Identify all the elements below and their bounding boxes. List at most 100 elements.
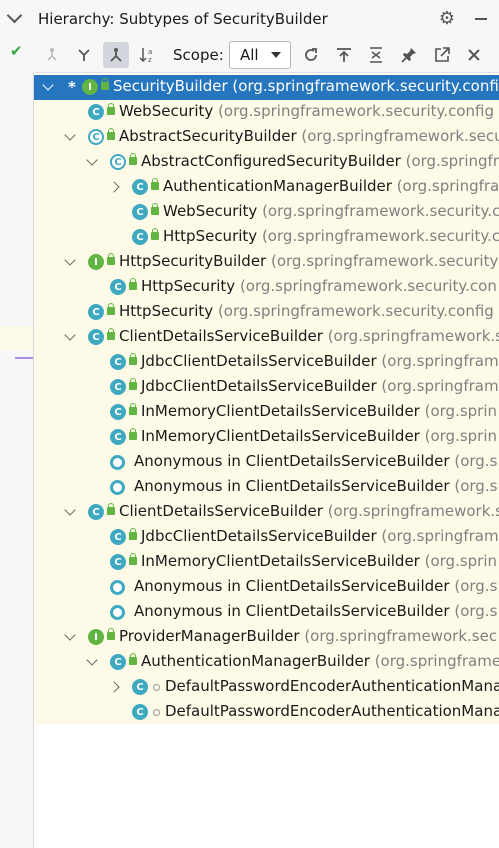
gear-icon[interactable]: ⚙ — [437, 8, 457, 29]
tree-row[interactable]: C JdbcClientDetailsServiceBuilder (org.sp… — [34, 350, 499, 375]
tree-row[interactable]: C HttpSecurity (org.springframework.secur… — [34, 300, 499, 325]
type-label: WebSecurity (org.springframework.securit… — [119, 102, 494, 120]
type-label: JdbcClientDetailsServiceBuilder (org.spr… — [141, 377, 499, 395]
supertypes-hierarchy-icon[interactable] — [39, 42, 65, 68]
type-label: DefaultPasswordEncoderAuthenticationMana — [165, 677, 499, 695]
export-icon[interactable] — [331, 42, 357, 68]
chevron-down-icon[interactable] — [64, 254, 76, 266]
package-name: (org.springfram — [376, 377, 499, 395]
chevron-down-icon[interactable] — [64, 329, 76, 341]
package-name: (org.springframework.security.config — [227, 77, 499, 95]
tree-row[interactable]: I ProviderManagerBuilder (org.springframe… — [34, 625, 499, 650]
public-lock-icon — [151, 228, 159, 240]
package-name: (org.springframework.s — [322, 502, 499, 520]
chevron-right-icon[interactable] — [108, 681, 120, 693]
collapse-all-icon[interactable] — [363, 42, 389, 68]
tree-row[interactable]: C HttpSecurity (org.springframework.secur… — [34, 225, 499, 250]
class-icon: C — [88, 329, 104, 345]
tree-row[interactable]: C AuthenticationManagerBuilder (org.sprin… — [34, 175, 499, 200]
minimize-icon[interactable] — [471, 8, 491, 28]
public-lock-icon — [129, 428, 137, 440]
open-in-editor-icon[interactable] — [429, 42, 455, 68]
class-icon: C — [110, 654, 126, 670]
tree-row[interactable]: C JdbcClientDetailsServiceBuilder (org.sp… — [34, 525, 499, 550]
public-lock-icon — [129, 653, 137, 665]
public-lock-icon — [107, 128, 115, 140]
gutter-marker — [15, 357, 33, 359]
package-name: (org.springframework.s — [322, 327, 499, 345]
title-prefix: Hierarchy: — [38, 10, 115, 28]
type-label: HttpSecurityBuilder (org.springframework… — [119, 252, 498, 270]
type-label: AbstractSecurityBuilder (org.springframe… — [119, 127, 499, 145]
tree-row[interactable]: C AbstractSecurityBuilder (org.springfram… — [34, 125, 499, 150]
tree-row[interactable]: Anonymous in ClientDetailsServiceBuilder… — [34, 575, 499, 600]
public-lock-icon — [129, 403, 137, 415]
public-lock-icon — [129, 278, 137, 290]
public-lock-icon — [101, 78, 109, 90]
scope-select[interactable]: All — [229, 41, 291, 69]
chevron-down-icon[interactable] — [6, 7, 23, 24]
chevron-down-icon[interactable] — [64, 504, 76, 516]
chevron-right-icon[interactable] — [108, 181, 120, 193]
type-name: InMemoryClientDetailsServiceBuilder — [141, 427, 420, 445]
tree-row[interactable]: C InMemoryClientDetailsServiceBuilder (or… — [34, 400, 499, 425]
subtypes-hierarchy-icon[interactable] — [71, 42, 97, 68]
class-icon: C — [88, 304, 104, 320]
chevron-down-icon[interactable] — [86, 654, 98, 666]
close-icon[interactable] — [461, 42, 487, 68]
anonymous-class-icon — [110, 480, 125, 495]
tree-row[interactable]: C InMemoryClientDetailsServiceBuilder (or… — [34, 550, 499, 575]
type-name: Anonymous in ClientDetailsServiceBuilder — [134, 577, 450, 595]
package-name: (org.springframework.security.c — [257, 202, 499, 220]
package-name: (org.s — [449, 477, 498, 495]
class-icon: C — [110, 279, 126, 295]
chevron-down-icon[interactable] — [64, 129, 76, 141]
type-label: WebSecurity (org.springframework.securit… — [163, 202, 499, 220]
package-name: (org.springframework.security.secu — [301, 127, 499, 145]
tree-row[interactable]: C ClientDetailsServiceBuilder (org.spring… — [34, 500, 499, 525]
class-icon: C — [110, 379, 126, 395]
tree-row[interactable]: C ClientDetailsServiceBuilder (org.spring… — [34, 325, 499, 350]
tree-row[interactable]: C HttpSecurity (org.springframework.secur… — [34, 275, 499, 300]
tree-row[interactable]: C WebSecurity (org.springframework.securi… — [34, 200, 499, 225]
chevron-down-icon[interactable] — [86, 154, 98, 166]
tree-row[interactable]: I HttpSecurityBuilder (org.springframewor… — [34, 250, 499, 275]
package-name: (org.s — [449, 602, 498, 620]
pin-icon[interactable] — [396, 42, 422, 68]
refresh-icon[interactable] — [298, 42, 324, 68]
type-label: Anonymous in ClientDetailsServiceBuilder… — [134, 602, 497, 620]
type-name: AbstractConfiguredSecurityBuilder — [141, 152, 401, 170]
tree-row[interactable]: C AbstractConfiguredSecurityBuilder (org.… — [34, 150, 499, 175]
tree-row[interactable]: C WebSecurity (org.springframework.securi… — [34, 100, 499, 125]
tree-row[interactable]: C DefaultPasswordEncoderAuthenticationMan… — [34, 675, 499, 700]
class-icon: C — [132, 204, 148, 220]
sort-alphabetically-icon[interactable]: az — [135, 42, 161, 68]
type-name: AbstractSecurityBuilder — [119, 127, 297, 145]
type-label: JdbcClientDetailsServiceBuilder (org.spr… — [141, 527, 499, 545]
scope-value: All — [240, 46, 259, 64]
chevron-down-icon[interactable] — [42, 79, 54, 91]
package-name: (org.springframework.security.config — [213, 302, 494, 320]
tree-row[interactable]: C JdbcClientDetailsServiceBuilder (org.sp… — [34, 375, 499, 400]
type-hierarchy-icon[interactable] — [103, 42, 129, 68]
class-icon: C — [88, 104, 104, 120]
type-name: JdbcClientDetailsServiceBuilder — [141, 352, 377, 370]
tree-row[interactable]: Anonymous in ClientDetailsServiceBuilder… — [34, 450, 499, 475]
anonymous-class-icon — [110, 580, 125, 595]
hierarchy-header: Hierarchy: Subtypes of SecurityBuilder ⚙ — [33, 0, 499, 39]
type-label: Anonymous in ClientDetailsServiceBuilder… — [134, 477, 497, 495]
tree-row[interactable]: C InMemoryClientDetailsServiceBuilder (or… — [34, 425, 499, 450]
chevron-down-icon[interactable] — [64, 629, 76, 641]
public-lock-icon — [107, 303, 115, 315]
hierarchy-toolbar: az Scope: All — [33, 38, 499, 73]
tree-row[interactable]: C AuthenticationManagerBuilder (org.sprin… — [34, 650, 499, 675]
tree-row[interactable]: Anonymous in ClientDetailsServiceBuilder… — [34, 600, 499, 625]
tree-row[interactable]: C DefaultPasswordEncoderAuthenticationMan… — [34, 700, 499, 724]
type-name: InMemoryClientDetailsServiceBuilder — [141, 402, 420, 420]
type-name: HttpSecurity — [119, 302, 214, 320]
tree-row[interactable]: Anonymous in ClientDetailsServiceBuilder… — [34, 475, 499, 500]
tree-row[interactable]: * I SecurityBuilder (org.springframework.s… — [34, 75, 499, 100]
type-label: ProviderManagerBuilder (org.springframew… — [119, 627, 497, 645]
dropdown-arrow-icon — [271, 52, 281, 58]
type-name: Anonymous in ClientDetailsServiceBuilder — [134, 477, 450, 495]
